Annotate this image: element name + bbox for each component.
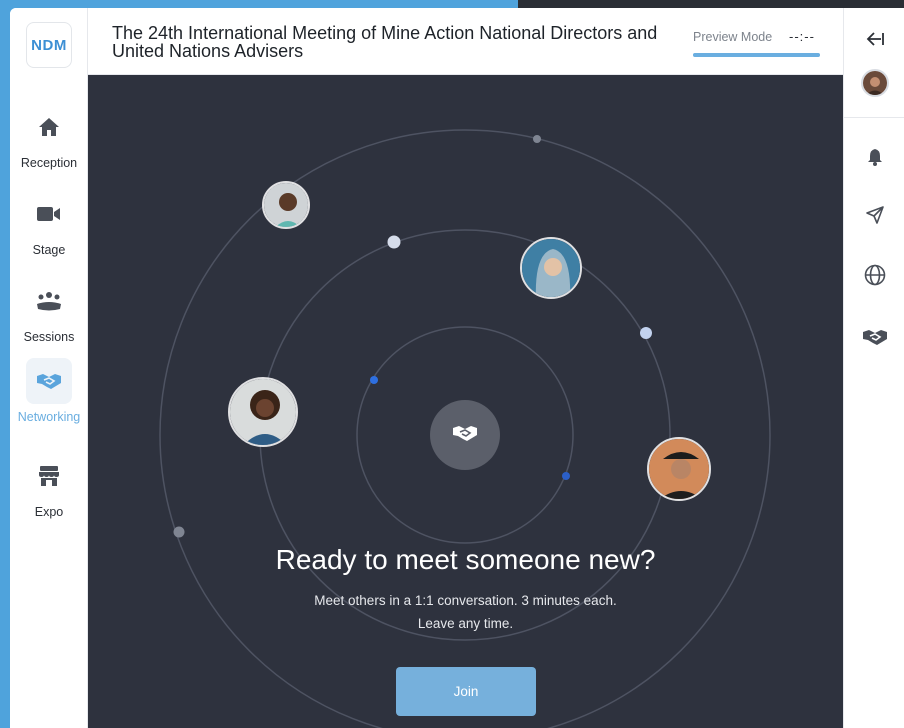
bell-icon[interactable] <box>844 141 904 173</box>
orbit-dot <box>562 472 570 480</box>
networking-subline: Leave any time. <box>417 616 514 631</box>
sidebar-item-networking[interactable]: Networking <box>10 358 88 424</box>
handshake-icon[interactable] <box>844 321 904 353</box>
sidebar-item-expo[interactable]: Expo <box>10 453 88 519</box>
divider <box>844 117 904 118</box>
sidebar-item-reception[interactable]: Reception <box>10 104 88 170</box>
center-handshake-badge <box>430 400 500 470</box>
participant-avatar <box>262 181 310 229</box>
globe-icon[interactable] <box>844 259 904 291</box>
orbit-dot <box>640 327 652 339</box>
sidebar-item-stage[interactable]: Stage <box>10 191 88 257</box>
collapse-panel-icon[interactable] <box>844 23 904 55</box>
participant-avatar <box>520 237 582 299</box>
people-group-icon <box>26 278 72 324</box>
participant-avatar <box>228 377 298 447</box>
orbit-dot <box>370 376 378 384</box>
handshake-icon <box>26 358 72 404</box>
video-camera-icon <box>26 191 72 237</box>
event-logo[interactable]: NDM <box>26 22 72 68</box>
sidebar-item-label: Networking <box>17 410 81 424</box>
orbit-dot <box>533 135 541 143</box>
networking-subline: Meet others in a 1:1 conversation. 3 min… <box>314 593 617 608</box>
join-button[interactable]: Join <box>396 667 536 716</box>
left-sidebar: NDM Reception Stage Sessions Networking … <box>10 8 88 728</box>
send-icon[interactable] <box>844 199 904 231</box>
orbit-dot <box>387 235 401 249</box>
page-title: The 24th International Meeting of Mine A… <box>112 23 658 61</box>
preview-progress-fill <box>693 53 820 57</box>
networking-headline: Ready to meet someone new? <box>275 544 656 575</box>
home-icon <box>26 104 72 150</box>
event-header: The 24th International Meeting of Mine A… <box>88 8 843 75</box>
sidebar-item-label: Stage <box>32 243 66 257</box>
sidebar-item-label: Sessions <box>23 330 75 344</box>
sidebar-item-sessions[interactable]: Sessions <box>10 278 88 344</box>
storefront-icon <box>26 453 72 499</box>
orbit-dot <box>173 526 185 538</box>
app-window: NDM Reception Stage Sessions Networking … <box>10 8 904 728</box>
sidebar-item-label: Reception <box>20 156 78 170</box>
networking-stage: Ready to meet someone new? Meet others i… <box>88 75 843 728</box>
handshake-icon <box>452 423 478 448</box>
user-avatar[interactable] <box>844 67 904 99</box>
avatar <box>860 69 889 97</box>
preview-timer: --:-- <box>789 29 815 44</box>
participant-avatar <box>647 437 711 501</box>
preview-progress-bar <box>693 53 820 57</box>
preview-mode-label: Preview Mode <box>693 30 773 44</box>
sidebar-item-label: Expo <box>34 505 64 519</box>
right-sidebar <box>843 8 904 728</box>
